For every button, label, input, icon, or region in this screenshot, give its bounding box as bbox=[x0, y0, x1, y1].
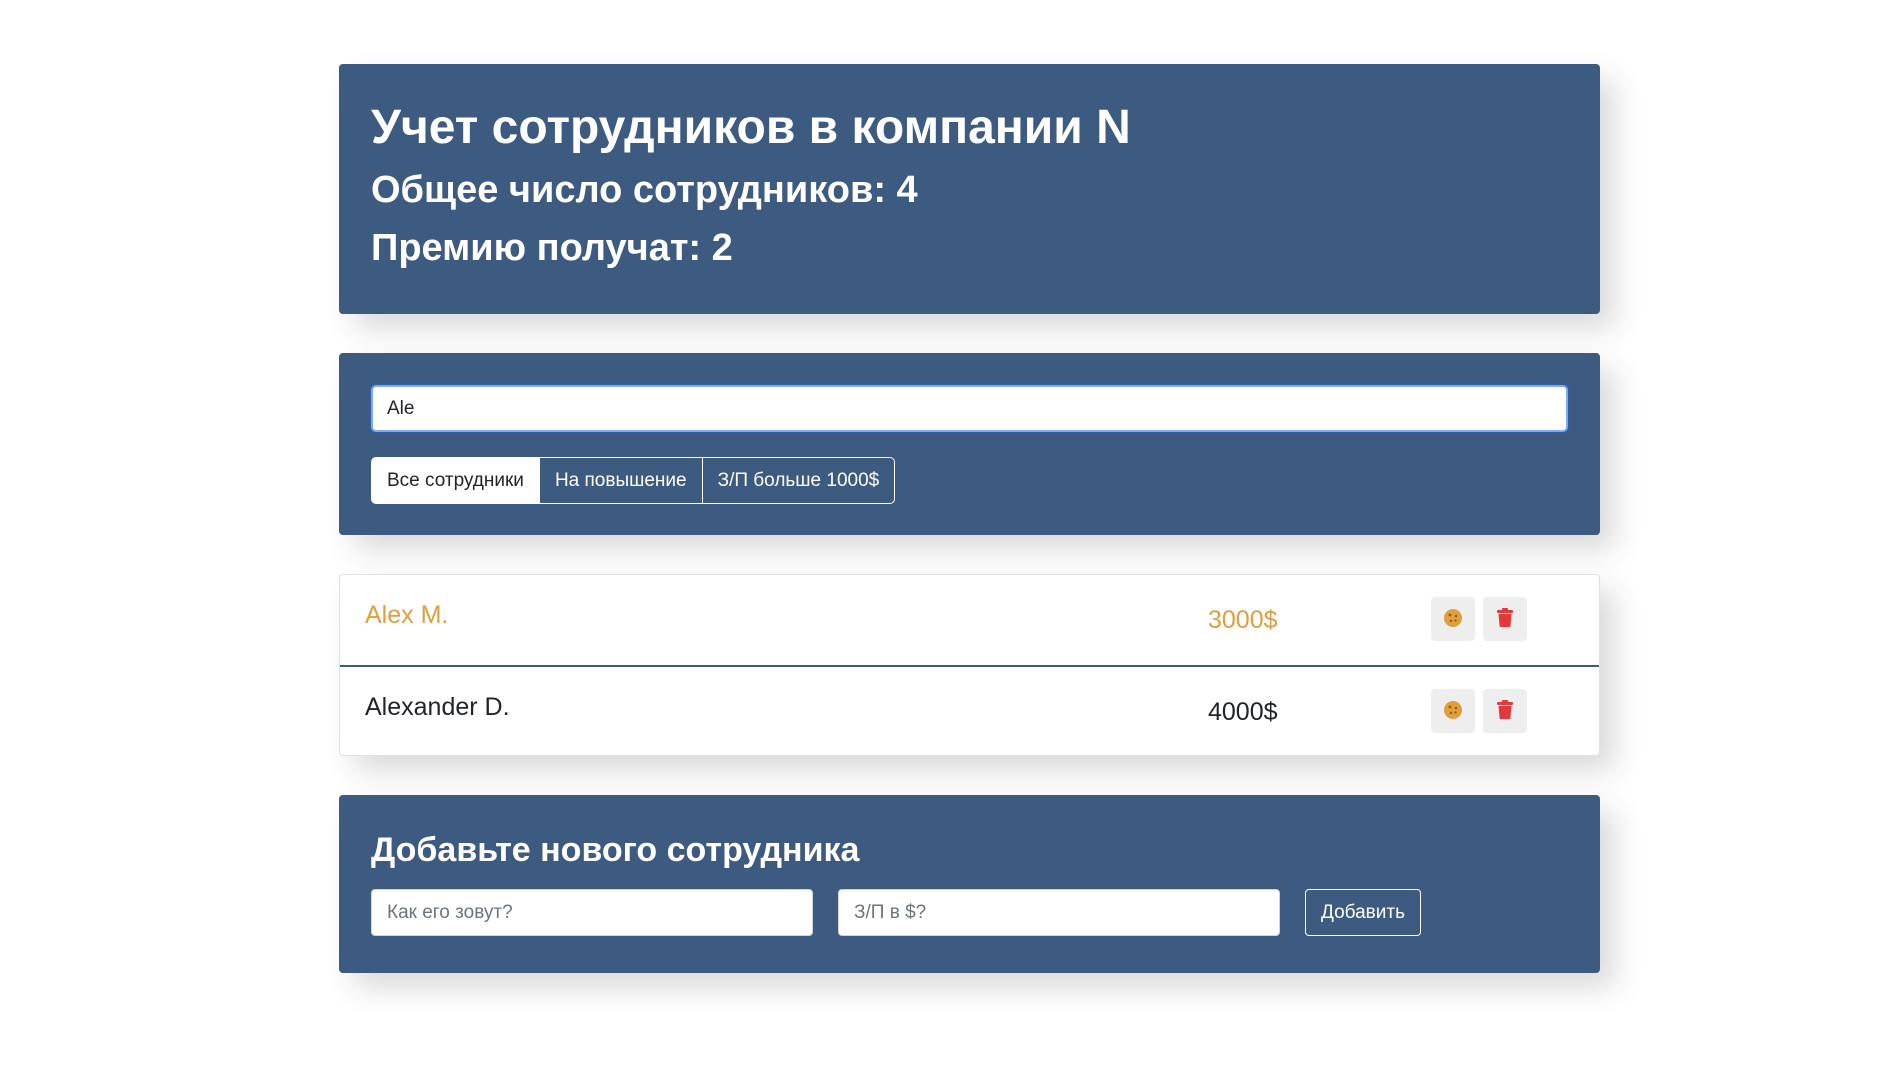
cookie-icon bbox=[1443, 700, 1463, 723]
cookie-button[interactable] bbox=[1431, 689, 1475, 733]
salary-field[interactable] bbox=[1208, 697, 1338, 727]
add-employee-panel: Добавьте нового сотрудника Добавить bbox=[339, 795, 1600, 973]
delete-button[interactable] bbox=[1483, 597, 1527, 641]
cookie-button[interactable] bbox=[1431, 597, 1475, 641]
delete-button[interactable] bbox=[1483, 689, 1527, 733]
app: Учет сотрудников в компании N Общее числ… bbox=[339, 64, 1600, 973]
add-form: Добавить bbox=[371, 889, 1568, 936]
name-field[interactable] bbox=[371, 889, 813, 936]
bonus-count: Премию получат: 2 bbox=[371, 227, 733, 269]
list-item: Alex M. bbox=[340, 575, 1599, 665]
app-info: Учет сотрудников в компании N Общее числ… bbox=[339, 64, 1600, 314]
filter-group: Все сотрудники На повышение З/П больше 1… bbox=[371, 457, 1568, 504]
employee-count: Общее число сотрудников: 4 bbox=[371, 169, 918, 211]
search-input[interactable] bbox=[371, 385, 1568, 432]
add-button[interactable]: Добавить bbox=[1305, 889, 1421, 936]
cookie-icon bbox=[1443, 608, 1463, 631]
salary-input[interactable] bbox=[838, 889, 1280, 936]
employee-name[interactable]: Alexander D. bbox=[365, 693, 510, 722]
employees-list: Alex M. 3000$ Alexander D. 4000$ bbox=[339, 574, 1600, 756]
list-item: Alexander D. bbox=[340, 665, 1599, 755]
page-title: Учет сотрудников в компании N bbox=[371, 101, 1131, 154]
item-actions bbox=[1431, 597, 1527, 641]
filter-salary-button[interactable]: З/П больше 1000$ bbox=[701, 457, 896, 504]
item-actions bbox=[1431, 689, 1527, 733]
trash-icon bbox=[1496, 607, 1514, 631]
salary-field[interactable] bbox=[1208, 605, 1338, 635]
employee-name[interactable]: Alex M. bbox=[365, 601, 448, 630]
add-form-title: Добавьте нового сотрудника bbox=[371, 831, 860, 869]
search-panel: Все сотрудники На повышение З/П больше 1… bbox=[339, 353, 1600, 535]
trash-icon bbox=[1496, 699, 1514, 723]
filter-rise-button[interactable]: На повышение bbox=[538, 457, 703, 504]
filter-all-button[interactable]: Все сотрудники bbox=[371, 457, 540, 504]
